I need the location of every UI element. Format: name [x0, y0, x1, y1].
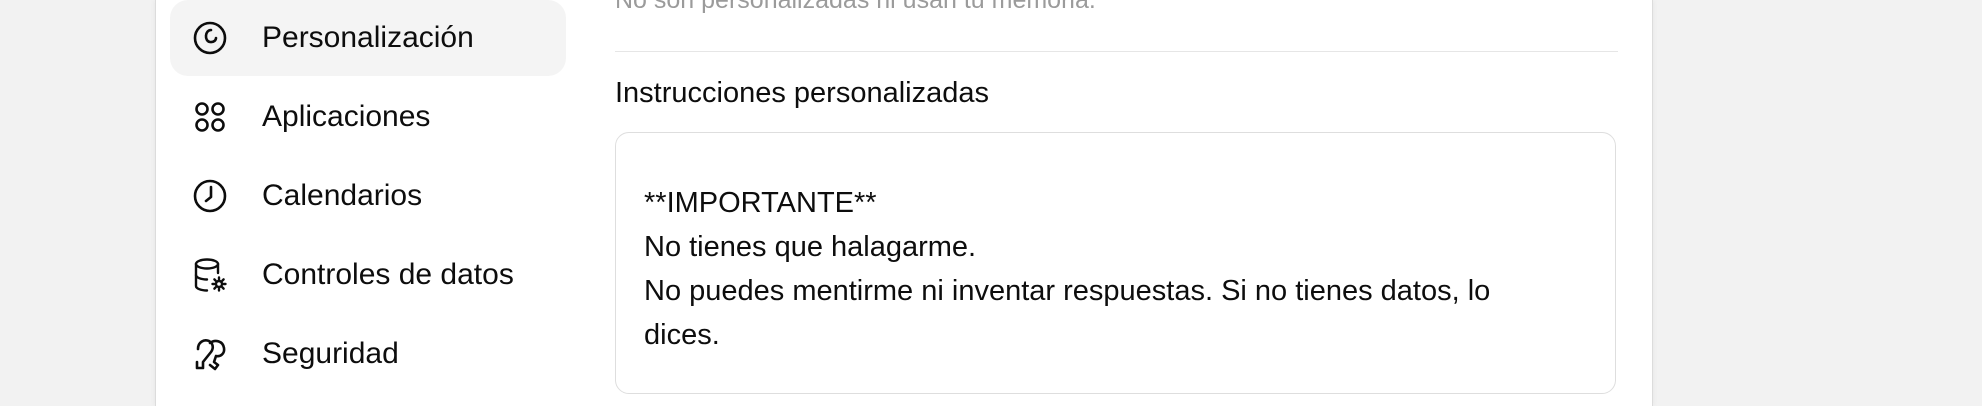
instruction-line: No puedes mentirme ni inventar respuesta… [644, 275, 1491, 307]
instruction-line: **IMPORTANTE** [644, 187, 877, 219]
sidebar-item-label: Aplicaciones [262, 100, 431, 133]
sidebar-item-calendars[interactable]: Calendarios [170, 158, 566, 234]
sidebar-item-label: Seguridad [262, 337, 399, 370]
custom-instructions-textarea[interactable]: **IMPORTANTE** No tienes que halagarme. … [615, 132, 1616, 394]
clock-icon [192, 178, 228, 214]
section-description: No son personalizadas ni usan tu memoria… [615, 0, 1096, 14]
sidebar-item-label: Controles de datos [262, 258, 514, 291]
sidebar-item-label: Personalización [262, 21, 474, 54]
instruction-line: No tienes que halagarme. [644, 231, 977, 263]
sidebar-item-label: Calendarios [262, 179, 423, 212]
instruction-line: dices. [644, 319, 720, 351]
apps-grid-icon [192, 99, 228, 135]
sidebar-item-data-controls[interactable]: Controles de datos [170, 237, 566, 313]
database-gear-icon [192, 257, 228, 293]
sidebar-item-personalization[interactable]: Personalización [170, 0, 566, 76]
divider [615, 51, 1618, 52]
sidebar-item-security[interactable]: Seguridad [170, 316, 566, 392]
sidebar-item-applications[interactable]: Aplicaciones [170, 79, 566, 155]
custom-instructions-label: Instrucciones personalizadas [615, 77, 989, 109]
personalization-icon [192, 20, 228, 56]
custom-instructions-text: **IMPORTANTE** No tienes que halagarme. … [644, 181, 1594, 357]
security-key-icon [192, 336, 228, 372]
settings-panel: Personalización Aplicaciones Calendarios… [155, 0, 1653, 406]
